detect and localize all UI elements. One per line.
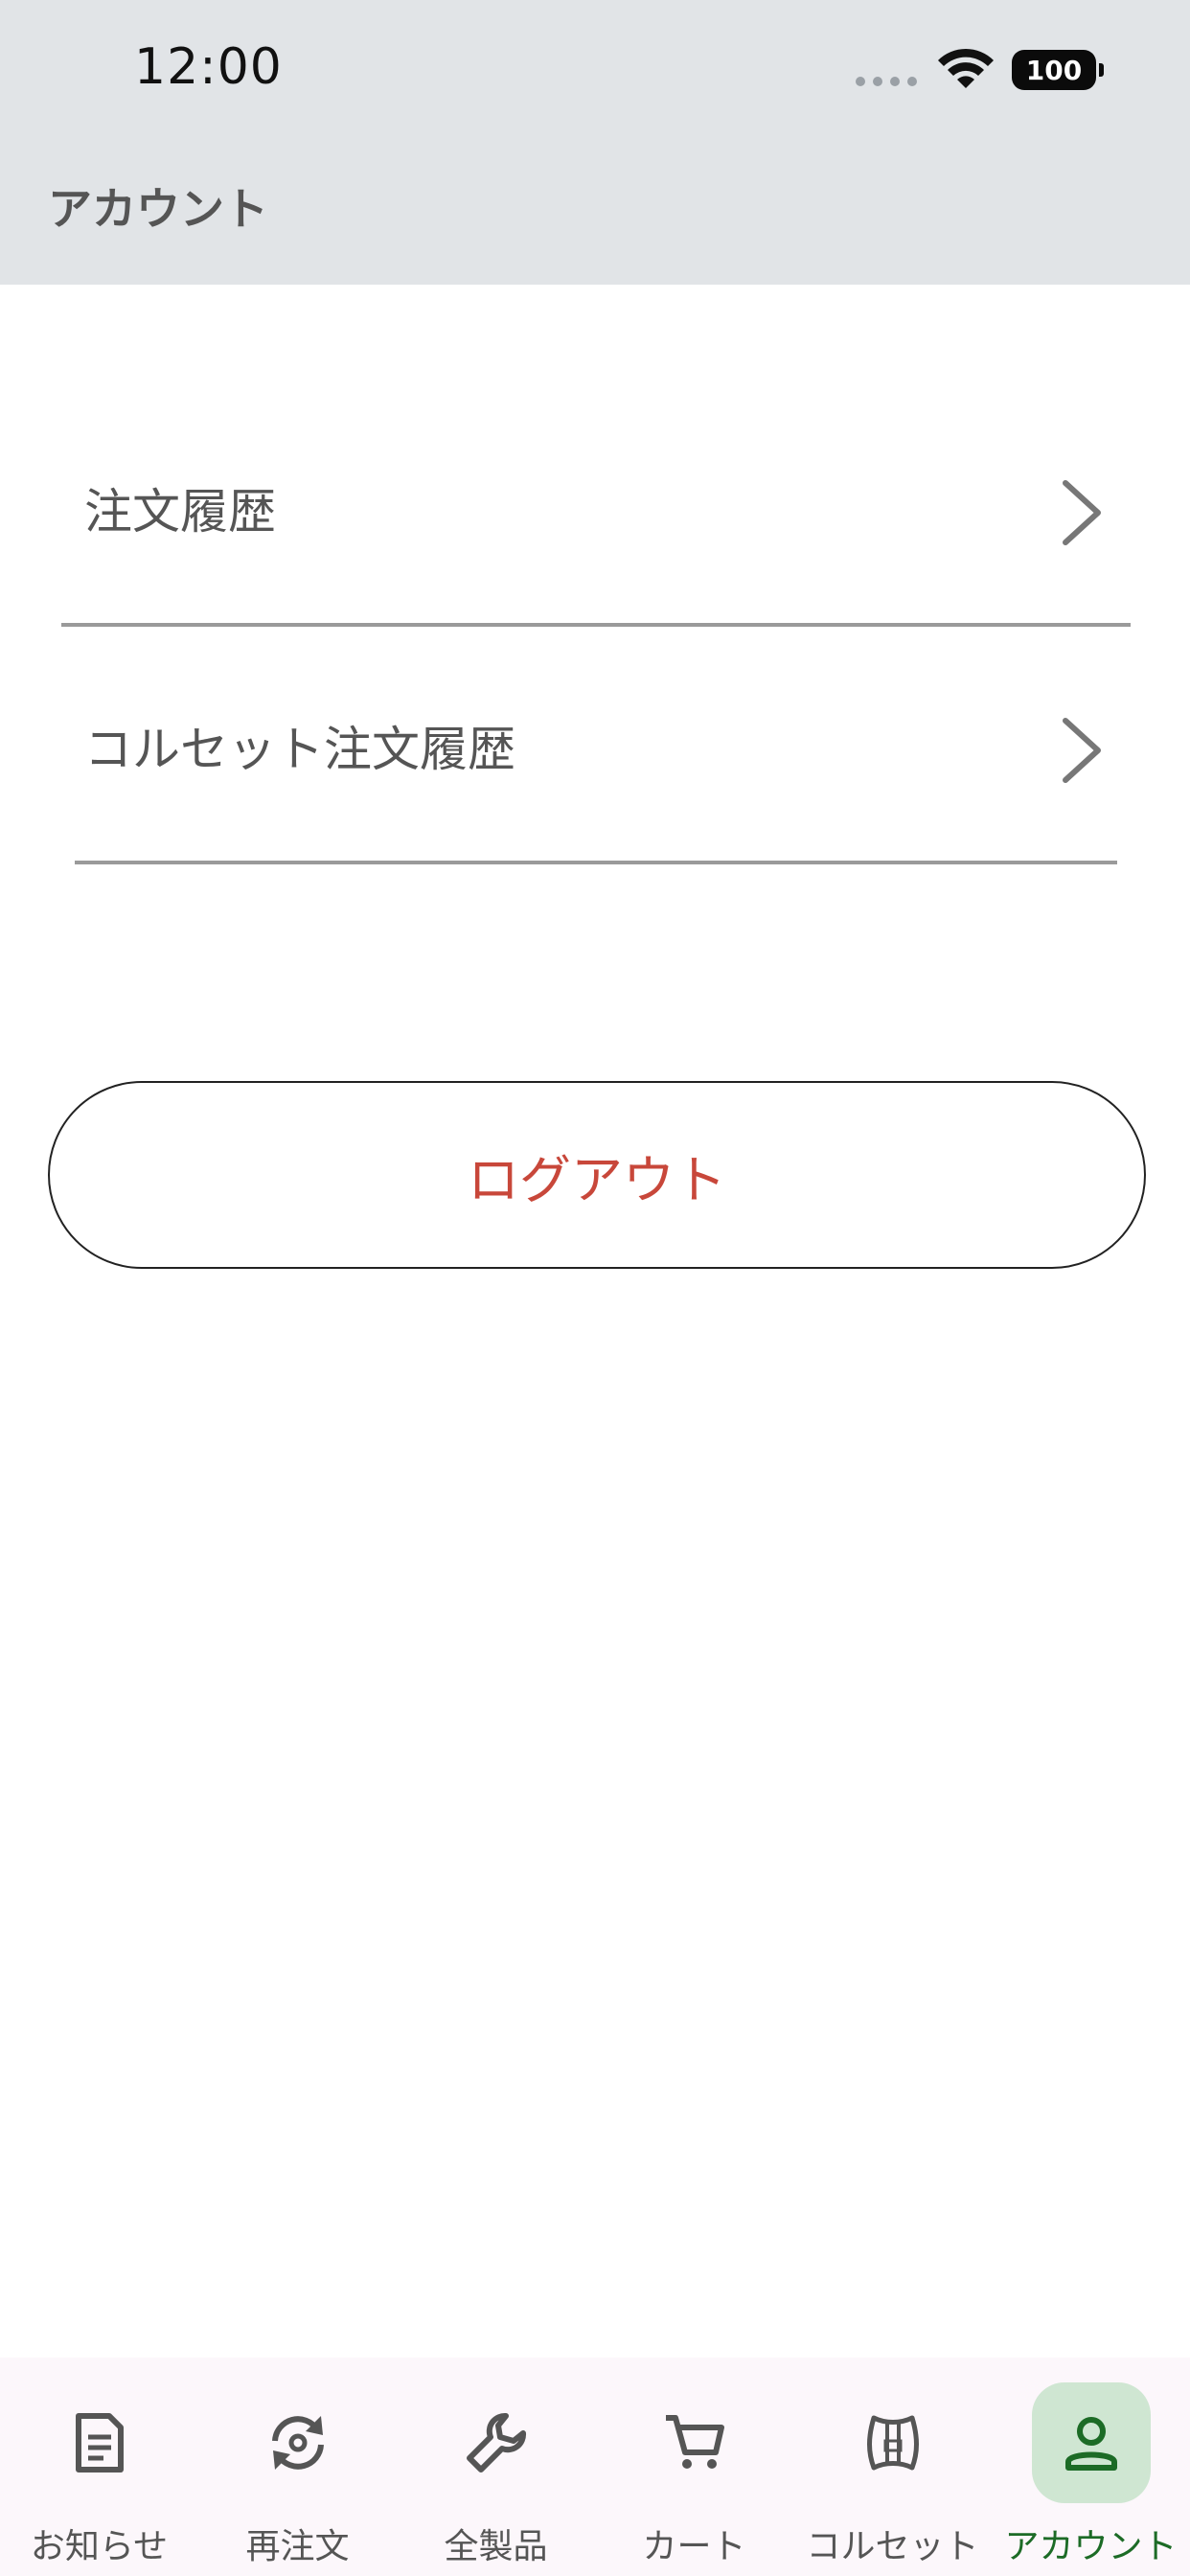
bottom-tab-bar: お知らせ 再注文 全製品 カート コルセット アカウント	[0, 2358, 1190, 2576]
divider	[75, 861, 1117, 864]
chevron-right-icon	[1063, 718, 1101, 783]
tab-account[interactable]: アカウント	[992, 2358, 1190, 2576]
menu-item-label: コルセット注文履歴	[84, 722, 515, 777]
wifi-icon	[938, 48, 994, 88]
cart-icon	[665, 2415, 724, 2469]
tab-reorder[interactable]: 再注文	[198, 2358, 397, 2576]
chevron-right-icon	[1063, 480, 1101, 545]
divider	[61, 623, 1131, 627]
tab-label: カート	[642, 2527, 746, 2566]
tab-label: お知らせ	[30, 2527, 169, 2566]
page-title: アカウント	[48, 183, 268, 235]
menu-item-label: 注文履歴	[84, 484, 276, 540]
logout-button[interactable]: ログアウト	[48, 1081, 1146, 1269]
reorder-icon	[271, 2416, 324, 2470]
tab-label: 全製品	[444, 2527, 548, 2566]
tab-cart[interactable]: カート	[595, 2358, 793, 2576]
battery-level: 100	[1025, 54, 1083, 86]
corset-icon	[866, 2415, 919, 2471]
tab-label: アカウント	[1004, 2527, 1178, 2566]
tab-label: 再注文	[245, 2527, 350, 2566]
status-time: 12:00	[134, 38, 283, 96]
document-icon	[75, 2413, 124, 2472]
wrench-icon	[466, 2412, 526, 2472]
battery-icon: 100	[1012, 50, 1104, 90]
menu-item-corset-order-history[interactable]: コルセット注文履歴	[61, 669, 1129, 822]
person-icon	[1064, 2417, 1117, 2471]
cellular-signal-icon	[856, 77, 917, 86]
menu-item-order-history[interactable]: 注文履歴	[61, 431, 1129, 585]
app-header: 12:00 100 アカウント	[0, 0, 1190, 285]
tab-notices[interactable]: お知らせ	[0, 2358, 198, 2576]
tab-all-products[interactable]: 全製品	[397, 2358, 595, 2576]
tab-label: コルセット	[806, 2527, 979, 2566]
tab-corset[interactable]: コルセット	[793, 2358, 992, 2576]
